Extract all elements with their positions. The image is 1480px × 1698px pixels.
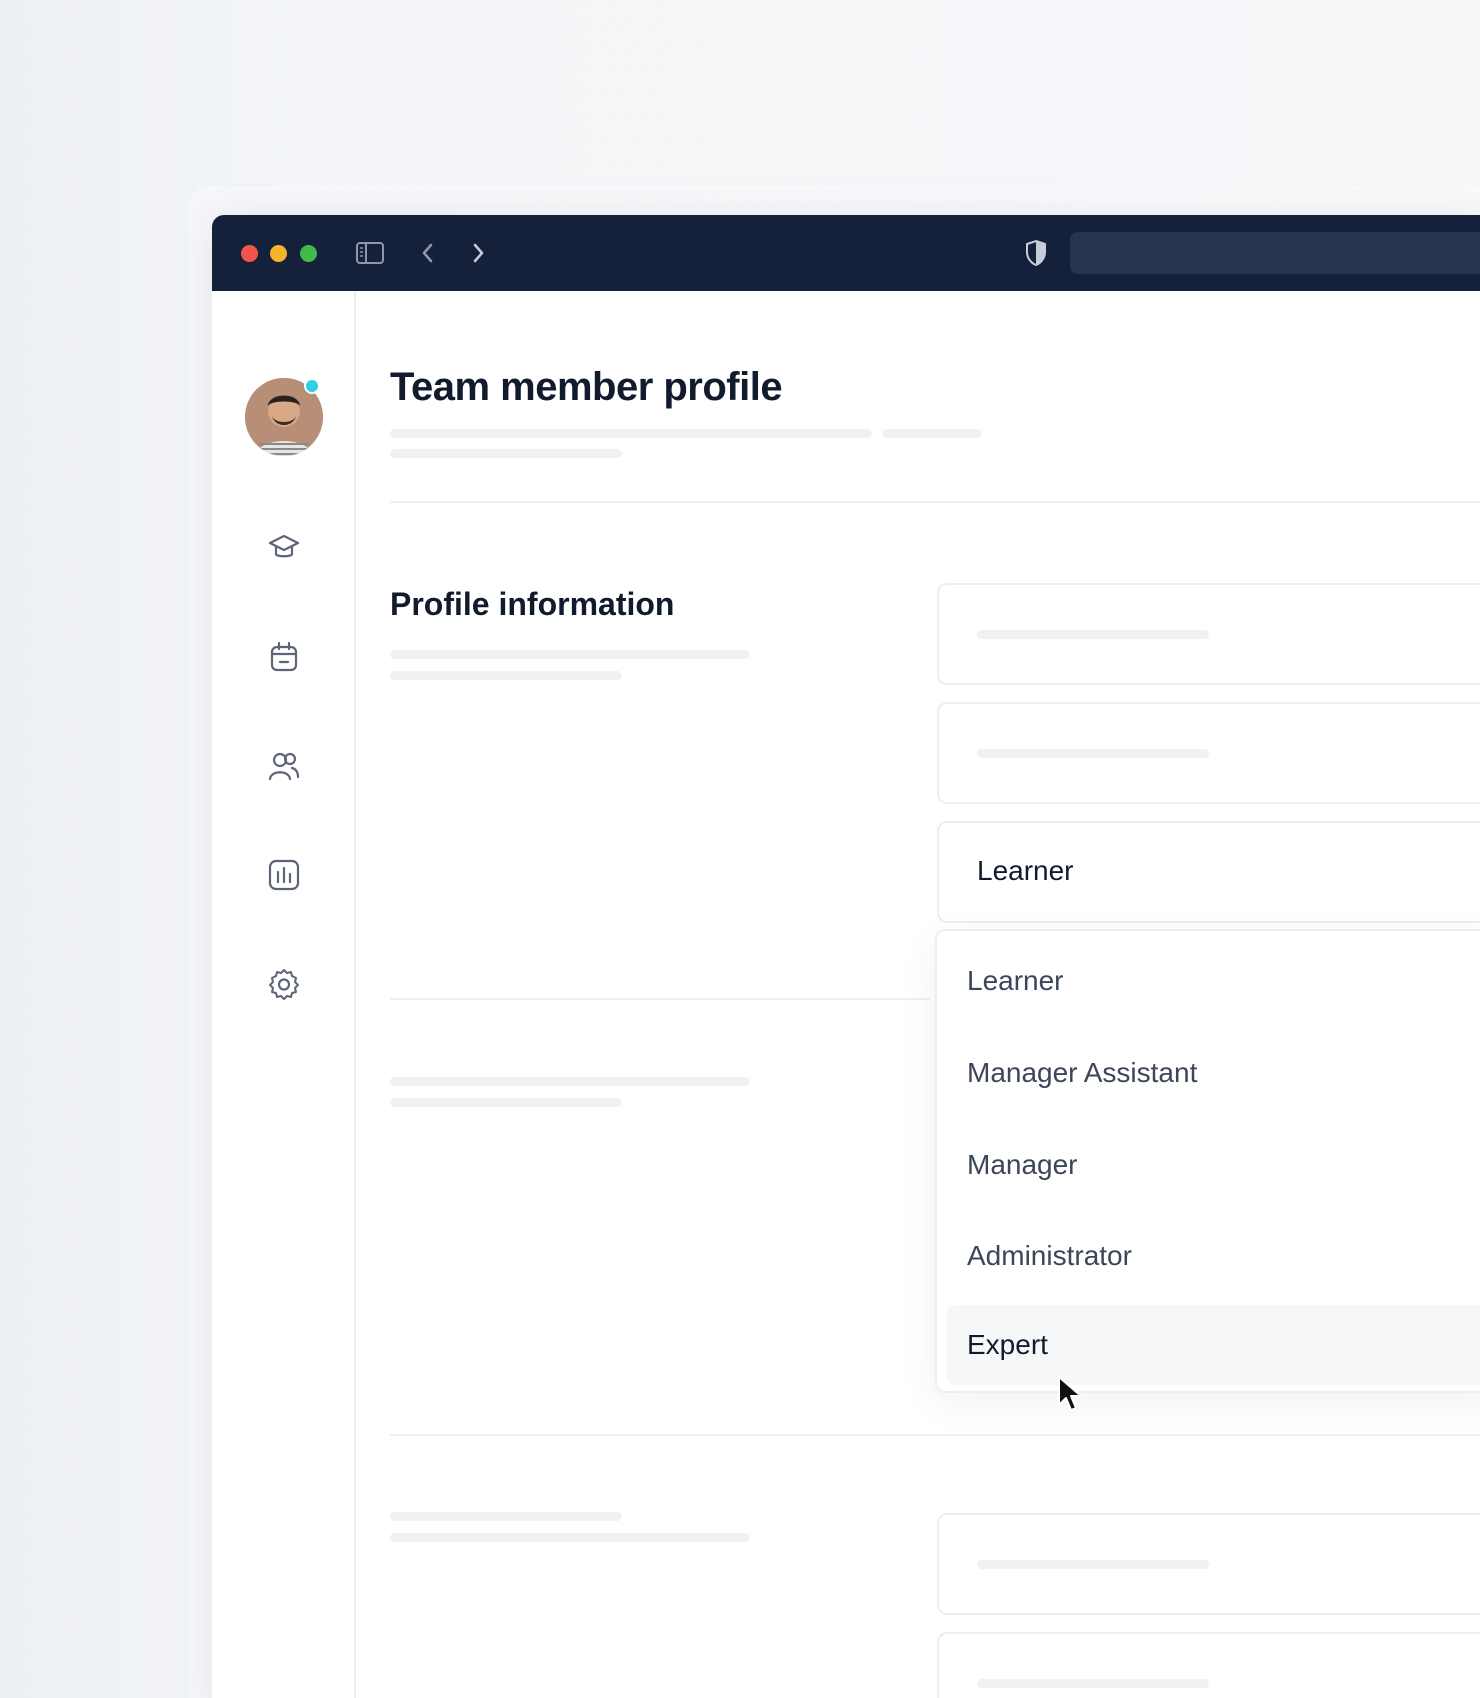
section-divider <box>390 998 930 1000</box>
calendar-icon[interactable] <box>264 637 304 677</box>
role-option-expert[interactable]: Expert <box>947 1305 1480 1385</box>
chevron-right-icon[interactable] <box>462 237 494 269</box>
sidebar <box>212 291 356 1698</box>
close-window-button[interactable] <box>241 245 258 262</box>
placeholder-line <box>390 449 622 458</box>
placeholder-line <box>390 1533 750 1542</box>
chart-icon[interactable] <box>264 855 304 895</box>
minimize-window-button[interactable] <box>270 245 287 262</box>
address-bar[interactable] <box>1070 232 1480 274</box>
page-title: Team member profile <box>390 365 783 409</box>
role-option-manager-assistant[interactable]: Manager Assistant <box>947 1033 1480 1113</box>
placeholder-line <box>390 1098 622 1107</box>
placeholder-line <box>977 1560 1209 1569</box>
profile-field[interactable] <box>937 1513 1480 1615</box>
maximize-window-button[interactable] <box>300 245 317 262</box>
section-title: Profile information <box>390 586 675 622</box>
chevron-left-icon[interactable] <box>412 237 444 269</box>
placeholder-line <box>390 650 750 659</box>
role-dropdown-menu: Learner Manager Assistant Manager Admini… <box>935 929 1480 1393</box>
placeholder-line <box>390 1512 622 1521</box>
mouse-cursor-icon <box>1056 1375 1086 1420</box>
profile-field[interactable] <box>937 702 1480 804</box>
role-select[interactable]: Learner <box>937 821 1480 923</box>
role-option-administrator[interactable]: Administrator <box>947 1216 1480 1296</box>
role-option-manager[interactable]: Manager <box>947 1125 1480 1205</box>
users-icon[interactable] <box>264 746 304 786</box>
shield-icon[interactable] <box>1020 237 1052 269</box>
placeholder-line <box>390 671 622 680</box>
gear-icon[interactable] <box>264 964 304 1004</box>
placeholder-line <box>882 429 982 438</box>
profile-field[interactable] <box>937 583 1480 685</box>
role-option-learner[interactable]: Learner <box>947 941 1480 1021</box>
profile-field[interactable] <box>937 1632 1480 1698</box>
role-select-value: Learner <box>977 855 1074 886</box>
graduation-cap-icon[interactable] <box>264 528 304 568</box>
browser-titlebar <box>212 215 1480 291</box>
placeholder-line <box>390 429 872 438</box>
placeholder-line <box>977 630 1209 639</box>
browser-window: Team member profile Profile information … <box>212 215 1480 1698</box>
online-status-indicator <box>304 378 320 394</box>
sidebar-toggle-icon[interactable] <box>354 237 386 269</box>
placeholder-line <box>977 749 1209 758</box>
section-divider <box>390 501 1480 503</box>
placeholder-line <box>390 1077 750 1086</box>
section-divider <box>390 1434 1480 1436</box>
placeholder-line <box>977 1679 1209 1688</box>
